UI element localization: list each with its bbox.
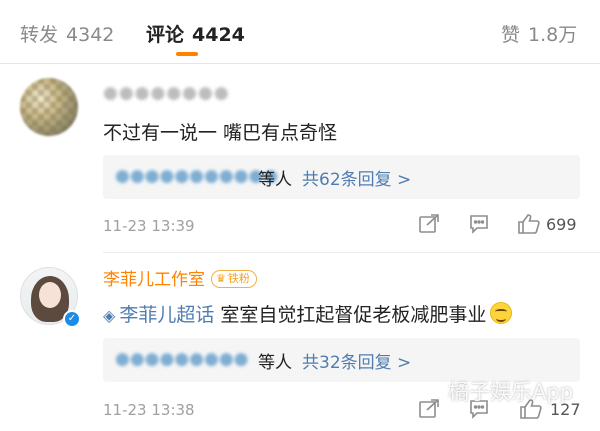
avatar-face [39, 282, 61, 308]
tabs-divider [0, 63, 600, 64]
share-icon [419, 399, 439, 418]
share-icon [419, 214, 439, 233]
comment-icon [470, 215, 488, 234]
comment-body: 室室自觉扛起督促老板减肥事业 [220, 304, 487, 326]
comment-text: 不过有一说一 嘴巴有点奇怪 [103, 122, 338, 144]
topic-icon: ◈ [103, 306, 116, 325]
comment-divider [103, 252, 600, 253]
comment-username[interactable]: ●●●●●●●● [103, 83, 230, 103]
like-button[interactable] [517, 212, 541, 236]
fan-badge-label: 铁粉 [227, 272, 250, 285]
reply-usernames: ●●●●●●●●● [115, 349, 249, 369]
tab-comments-label: 评论 [146, 24, 185, 46]
tab-reposts[interactable]: 转发 4342 [20, 20, 114, 47]
topic-link[interactable]: 李菲儿超话 [119, 304, 214, 326]
view-replies-link[interactable]: 共62条回复 > [302, 170, 411, 190]
tab-likes-count: 1.8万 [528, 24, 578, 46]
reply-summary-text: 等人 共32条回复 > [258, 348, 411, 373]
avatar[interactable] [20, 78, 78, 136]
tab-comments[interactable]: 评论 4424 [146, 20, 245, 47]
smile-emoji-icon [490, 302, 513, 324]
reply-summary-text: 等人 共62条回复 > [258, 165, 411, 190]
reply-suffix: 等人 [258, 353, 292, 373]
comment-username[interactable]: 李菲儿工作室 ♛ 铁粉 [103, 265, 257, 290]
tab-reposts-count: 4342 [66, 24, 115, 46]
watermark-text: 橘子娱乐App [448, 380, 574, 404]
reply-usernames: ●●●●●●●●●●● [115, 166, 279, 186]
comment-time: 11-23 13:39 [103, 217, 195, 235]
comment-text: ◈ 李菲儿超话 室室自觉扛起督促老板减肥事业 [103, 300, 513, 327]
share-button[interactable] [418, 398, 440, 420]
username-text: 李菲儿工作室 [103, 270, 205, 290]
crown-icon: ♛ [216, 272, 226, 285]
reply-summary[interactable]: ●●●●●●●●●●● 等人 共62条回复 > [103, 155, 580, 199]
tab-likes-label: 赞 [501, 24, 521, 46]
tab-comments-count: 4424 [192, 24, 245, 46]
reply-suffix: 等人 [258, 170, 292, 190]
comment-time: 11-23 13:38 [103, 401, 195, 419]
like-icon [518, 214, 540, 234]
active-tab-indicator [176, 52, 198, 56]
view-replies-link[interactable]: 共32条回复 > [302, 353, 411, 373]
like-count: 699 [546, 215, 577, 234]
tab-likes[interactable]: 赞 1.8万 [501, 20, 577, 47]
comment-tabs: 转发 4342 评论 4424 赞 1.8万 [0, 0, 600, 62]
verified-icon: ✓ [63, 310, 81, 328]
comment-button[interactable] [468, 213, 490, 235]
share-button[interactable] [418, 213, 440, 235]
fan-badge: ♛ 铁粉 [211, 270, 257, 288]
tab-reposts-label: 转发 [20, 24, 59, 46]
